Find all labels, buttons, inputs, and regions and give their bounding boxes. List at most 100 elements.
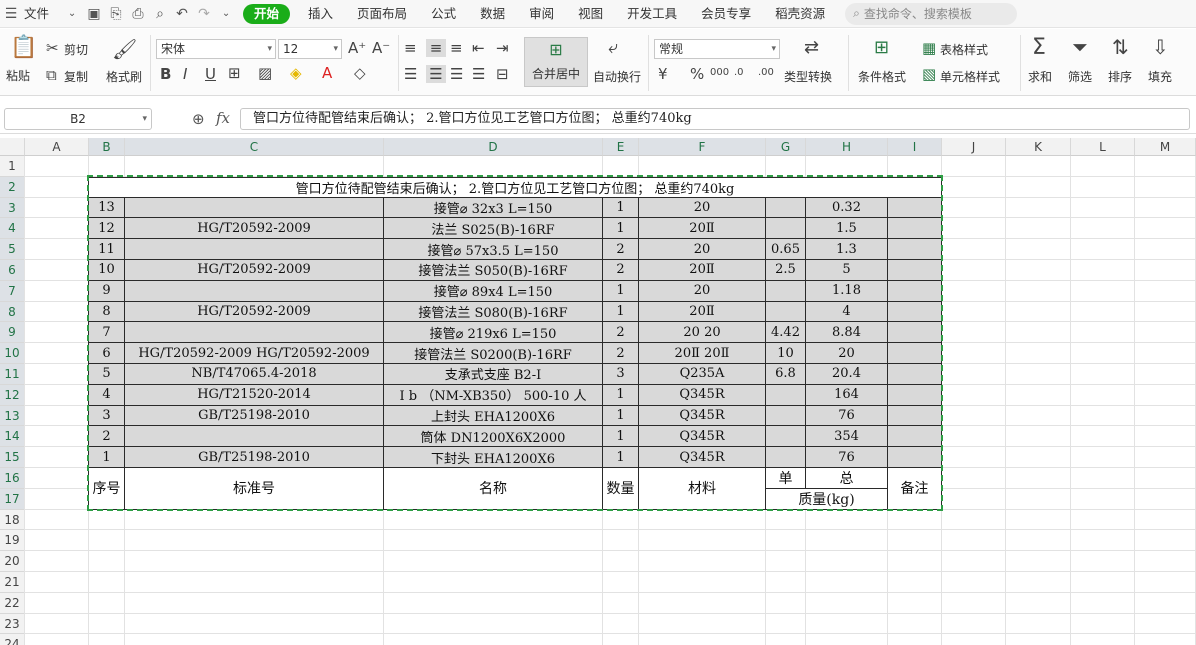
zoom-formula-icon[interactable]: ⊕ — [192, 110, 205, 128]
paste-icon[interactable]: 📋 — [10, 35, 37, 60]
header-standard-cell[interactable]: 标准号 — [125, 468, 384, 510]
item-material-cell[interactable]: Q345R — [639, 426, 766, 448]
item-standard-cell[interactable]: GB/T25198-2010 — [125, 405, 384, 427]
item-unit-mass-cell[interactable]: 10 — [766, 343, 806, 364]
item-name-cell[interactable]: 支承式支座 B2-Ⅰ — [384, 364, 603, 385]
cell-style-button[interactable]: 单元格样式 — [940, 68, 1000, 85]
print-preview-icon[interactable]: ⌕ — [149, 0, 171, 28]
chevron-down-icon[interactable]: ⌄ — [215, 0, 237, 28]
tab-docer[interactable]: 稻壳资源 — [763, 0, 837, 28]
tab-member[interactable]: 会员专享 — [689, 0, 763, 28]
bold-icon[interactable]: B — [160, 65, 171, 83]
row-header-5[interactable]: 5 — [0, 239, 25, 260]
align-middle-icon[interactable]: ≡ — [426, 39, 446, 57]
print-icon[interactable]: ⎙ — [127, 0, 149, 28]
header-unit-cell[interactable]: 单 — [766, 468, 806, 489]
tab-home[interactable]: 开始 — [243, 3, 291, 24]
row-header-21[interactable]: 21 — [0, 572, 25, 593]
item-unit-mass-cell[interactable]: 4.42 — [766, 322, 806, 344]
item-remark-cell[interactable] — [888, 322, 942, 344]
row-header-10[interactable]: 10 — [0, 343, 25, 364]
item-no-cell[interactable]: 13 — [89, 197, 125, 219]
item-quantity-cell[interactable]: 2 — [603, 343, 639, 364]
item-standard-cell[interactable]: HG/T20592-2009 — [125, 218, 384, 240]
copy-button[interactable]: 复制 — [64, 68, 88, 85]
item-remark-cell[interactable] — [888, 280, 942, 302]
header-no-cell[interactable]: 序号 — [89, 468, 125, 510]
item-unit-mass-cell[interactable]: 6.8 — [766, 364, 806, 385]
column-header-e[interactable]: E — [603, 138, 639, 156]
row-header-2[interactable]: 2 — [0, 176, 25, 198]
row-header-13[interactable]: 13 — [0, 405, 25, 427]
tab-review[interactable]: 审阅 — [517, 0, 566, 28]
header-quantity-cell[interactable]: 数量 — [603, 468, 639, 510]
item-material-cell[interactable]: 20Ⅱ — [639, 301, 766, 323]
item-quantity-cell[interactable]: 2 — [603, 239, 639, 260]
item-total-mass-cell[interactable]: 0.32 — [806, 197, 888, 219]
item-no-cell[interactable]: 3 — [89, 405, 125, 427]
row-header-4[interactable]: 4 — [0, 218, 25, 240]
align-left-icon[interactable]: ☰ — [404, 65, 417, 83]
item-material-cell[interactable]: Q345R — [639, 447, 766, 468]
item-name-cell[interactable]: 上封头 EHA1200X6 — [384, 405, 603, 427]
sort-button[interactable]: 排序 — [1108, 68, 1132, 85]
undo-icon[interactable]: ↶ — [171, 0, 193, 28]
item-standard-cell[interactable] — [125, 197, 384, 219]
item-no-cell[interactable]: 1 — [89, 447, 125, 468]
thousands-icon[interactable]: 000 — [710, 67, 729, 78]
row-header-18[interactable]: 18 — [0, 509, 25, 531]
decrease-decimal-icon[interactable]: .00 — [758, 67, 774, 78]
underline-icon[interactable]: U — [205, 65, 216, 83]
row-header-20[interactable]: 20 — [0, 551, 25, 572]
item-unit-mass-cell[interactable] — [766, 280, 806, 302]
tab-view[interactable]: 视图 — [566, 0, 615, 28]
item-quantity-cell[interactable]: 1 — [603, 405, 639, 427]
column-header-j[interactable]: J — [942, 138, 1006, 156]
convert-type-button[interactable]: 类型转换 — [784, 68, 832, 85]
item-name-cell[interactable]: 接管⌀ 219x6 L=150 — [384, 322, 603, 344]
item-name-cell[interactable]: 下封头 EHA1200X6 — [384, 447, 603, 468]
align-right-icon[interactable]: ☰ — [450, 65, 463, 83]
tab-data[interactable]: 数据 — [468, 0, 517, 28]
sum-button[interactable]: 求和 — [1028, 68, 1052, 85]
item-material-cell[interactable]: 20Ⅱ — [639, 260, 766, 281]
border-icon[interactable]: ⊞ — [228, 64, 241, 82]
function-icon[interactable]: fx — [216, 109, 230, 127]
item-unit-mass-cell[interactable]: 2.5 — [766, 260, 806, 281]
tab-insert[interactable]: 插入 — [296, 0, 345, 28]
item-no-cell[interactable]: 6 — [89, 343, 125, 364]
tab-developer[interactable]: 开发工具 — [615, 0, 689, 28]
header-name-cell[interactable]: 名称 — [384, 468, 603, 510]
header-remark-cell[interactable]: 备注 — [888, 468, 942, 510]
row-header-14[interactable]: 14 — [0, 426, 25, 448]
item-name-cell[interactable]: 接管⌀ 89x4 L=150 — [384, 280, 603, 302]
item-name-cell[interactable]: 接管法兰 S080(B)-16RF — [384, 301, 603, 323]
item-unit-mass-cell[interactable] — [766, 405, 806, 427]
currency-icon[interactable]: ¥ — [658, 65, 668, 83]
item-standard-cell[interactable] — [125, 426, 384, 448]
item-material-cell[interactable]: Q345R — [639, 405, 766, 427]
sheet-title-cell[interactable]: 管口方位待配管结束后确认； 2.管口方位见工艺管口方位图； 总重约740kg — [89, 176, 942, 198]
item-remark-cell[interactable] — [888, 239, 942, 260]
font-color-icon[interactable]: A — [322, 64, 332, 82]
indent-increase-icon[interactable]: ⇥ — [496, 39, 509, 57]
item-material-cell[interactable]: 20 — [639, 197, 766, 219]
column-header-c[interactable]: C — [125, 138, 384, 156]
item-material-cell[interactable]: Q345R — [639, 384, 766, 406]
align-center-icon[interactable]: ☰ — [426, 65, 446, 83]
cut-button[interactable]: 剪切 — [64, 41, 88, 58]
name-box[interactable]: B2 ▾ — [4, 108, 152, 130]
row-header-19[interactable]: 19 — [0, 530, 25, 552]
chevron-down-icon[interactable]: ⌄ — [61, 0, 83, 28]
filter-button[interactable]: 筛选 — [1068, 68, 1092, 85]
item-no-cell[interactable]: 7 — [89, 322, 125, 344]
item-standard-cell[interactable]: HG/T21520-2014 — [125, 384, 384, 406]
column-header-f[interactable]: F — [639, 138, 766, 156]
row-header-3[interactable]: 3 — [0, 197, 25, 219]
distribute-icon[interactable]: ⊟ — [496, 65, 509, 83]
item-no-cell[interactable]: 9 — [89, 280, 125, 302]
justify-icon[interactable]: ☰ — [472, 65, 485, 83]
item-standard-cell[interactable] — [125, 280, 384, 302]
item-standard-cell[interactable]: GB/T25198-2010 — [125, 447, 384, 468]
row-header-6[interactable]: 6 — [0, 260, 25, 281]
